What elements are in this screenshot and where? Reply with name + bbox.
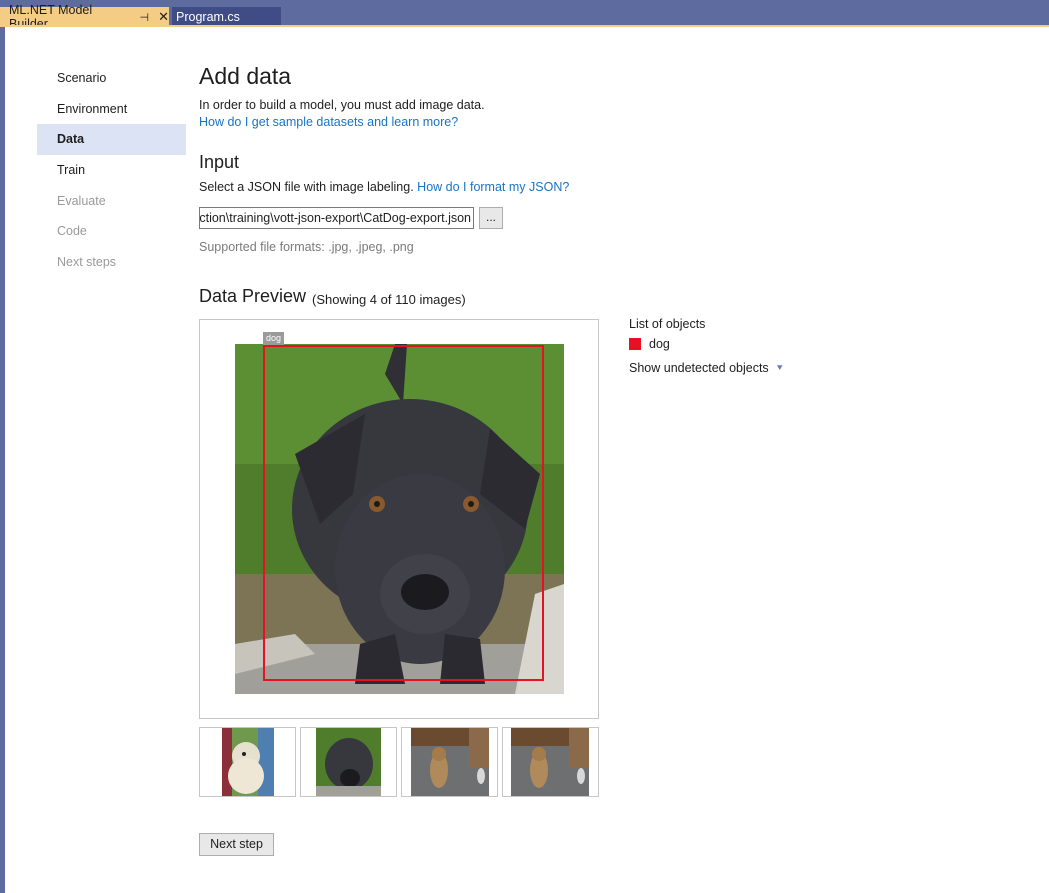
close-icon[interactable]: ✕ [158, 9, 169, 25]
thumbnail-4[interactable] [502, 727, 599, 797]
thumbnail-1[interactable] [199, 727, 296, 797]
object-color-swatch [629, 338, 641, 350]
tab-program-cs-label: Program.cs [176, 10, 240, 24]
json-format-link[interactable]: How do I format my JSON? [417, 180, 569, 194]
preview-panel: dog [199, 319, 599, 719]
tab-program-cs[interactable]: Program.cs [172, 7, 281, 27]
nav-item-evaluate: Evaluate [57, 193, 106, 208]
bounding-box [263, 345, 544, 681]
nav-item-data[interactable]: Data [37, 124, 186, 156]
bounding-box-label: dog [263, 332, 285, 345]
page-description: In order to build a model, you must add … [199, 98, 485, 112]
preview-count: (Showing 4 of 110 images) [312, 292, 466, 307]
thumbnail-3[interactable] [401, 727, 498, 797]
next-step-button[interactable]: Next step [199, 833, 274, 856]
object-item-dog[interactable]: dog [629, 337, 784, 351]
window-left-edge [0, 27, 5, 893]
nav-item-scenario[interactable]: Scenario [37, 63, 186, 94]
chevron-down-icon: ⯆ [775, 362, 784, 374]
step-nav: Scenario Environment Data Train Evaluate… [37, 63, 186, 278]
data-preview-heading: Data Preview [199, 286, 307, 306]
supported-formats-note: Supported file formats: .jpg, .jpeg, .pn… [199, 240, 414, 254]
browse-button[interactable]: ... [479, 207, 503, 229]
input-instruction-line: Select a JSON file with image labeling. … [199, 180, 569, 194]
thumbnail-2[interactable] [300, 727, 397, 797]
sample-datasets-link[interactable]: How do I get sample datasets and learn m… [199, 115, 458, 129]
json-path-input[interactable]: ction\training\vott-json-export\CatDog-e… [199, 207, 474, 229]
page-title: Add data [199, 63, 292, 89]
nav-item-environment[interactable]: Environment [37, 94, 186, 125]
nav-item-code: Code [57, 224, 87, 239]
json-path-value: ction\training\vott-json-export\CatDog-e… [199, 211, 471, 225]
input-instruction: Select a JSON file with image labeling. [199, 180, 414, 194]
main-canvas: Scenario Environment Data Train Evaluate… [5, 27, 1049, 893]
input-heading: Input [199, 152, 240, 172]
nav-item-train[interactable]: Train [37, 155, 186, 186]
tab-model-builder[interactable]: ML.NET Model Builder ⊣ ✕ [0, 3, 169, 31]
tab-strip: ML.NET Model Builder ⊣ ✕ Program.cs [0, 0, 1049, 31]
objects-panel: List of objects dog Show undetected obje… [629, 317, 784, 375]
thumbnail-strip [199, 727, 599, 797]
show-undetected-toggle[interactable]: Show undetected objects ⯆ [629, 361, 784, 375]
nav-item-next-steps: Next steps [57, 255, 117, 270]
object-label: dog [649, 337, 670, 351]
objects-title: List of objects [629, 317, 706, 331]
show-undetected-label: Show undetected objects [629, 361, 769, 375]
pin-icon[interactable]: ⊣ [140, 11, 150, 24]
